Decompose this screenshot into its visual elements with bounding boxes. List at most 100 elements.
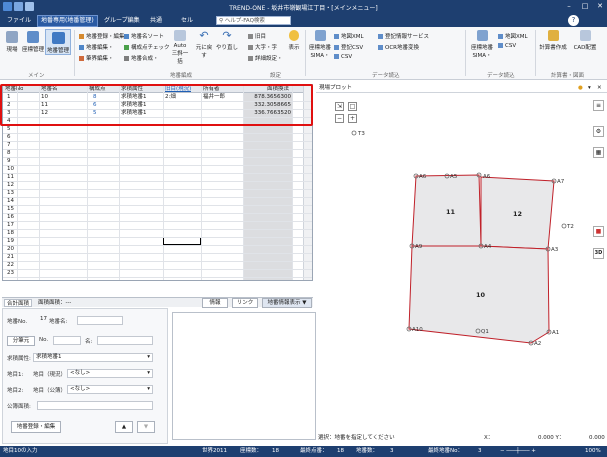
status-coord-label: 座標数：: [240, 448, 263, 454]
group-label-edit: 地番編成: [170, 73, 193, 79]
point-label: A3: [551, 247, 559, 253]
window-title: TREND-ONE - 坂井市嶺観場江丁目・[メインメニュー]: [229, 5, 378, 12]
parcel-label: 10: [476, 291, 486, 299]
lightbulb-icon[interactable]: ●: [578, 84, 583, 92]
chiban-merge-button[interactable]: 地番合成・: [124, 54, 159, 62]
move-down-button[interactable]: ▼: [137, 421, 155, 433]
row-number: 20: [7, 246, 14, 252]
menu-file[interactable]: ファイル: [4, 16, 34, 26]
zoom-slider[interactable]: − ───┼─── +: [500, 446, 536, 457]
move-up-button[interactable]: ▲: [115, 421, 133, 433]
status-last-point-label: 最終点番：: [300, 448, 328, 454]
help-search-input[interactable]: ⚲ ヘルプ-FAQ検索: [216, 16, 291, 25]
group-label-import2: データ読込: [487, 73, 515, 79]
cad-button[interactable]: CAD配置: [570, 30, 600, 51]
menu-common[interactable]: 共通: [147, 16, 165, 26]
zahyo-chiban-sima-button[interactable]: 座標地番SIMA・: [309, 30, 331, 59]
undo-button[interactable]: ↶ 元に戻す: [194, 30, 214, 59]
row-number: 21: [7, 254, 14, 260]
selected-cell[interactable]: [163, 237, 201, 245]
export-xml-button[interactable]: 地図XML: [498, 32, 528, 40]
chiban-register-edit-button[interactable]: 地番登録・編集: [11, 421, 61, 433]
x-label: X：: [484, 435, 494, 441]
sansha-button[interactable]: Auto 三斜一括: [170, 30, 190, 65]
point-label: T3: [357, 131, 365, 137]
close-button[interactable]: ✕: [593, 2, 607, 10]
status-datum: 世界2011: [202, 448, 227, 454]
drawing-status: 選択：地番を指定してください X： 0.000 Y： 0.000: [316, 433, 607, 443]
export-sima-button[interactable]: 座標地番SIMA・: [469, 30, 495, 59]
tab-total-area[interactable]: 合計面積: [4, 299, 33, 307]
help-icon[interactable]: ?: [568, 15, 579, 26]
chiban-sort-button[interactable]: 地番名ソート: [124, 32, 164, 40]
chiban-no-field[interactable]: 17: [33, 316, 47, 325]
pin-icon[interactable]: ▾: [588, 84, 591, 92]
gear-icon[interactable]: ⚙: [593, 126, 604, 137]
chiban-info-display-button[interactable]: 地番情報表示 ▼: [262, 298, 312, 308]
csv-button[interactable]: CSV: [334, 54, 352, 60]
info-area: [172, 312, 316, 440]
no-field[interactable]: [53, 336, 81, 345]
chiban-name-field[interactable]: [77, 316, 123, 325]
name-label: 名:: [85, 339, 93, 345]
parcel-label: 12: [513, 210, 522, 218]
point-label: A10: [412, 327, 423, 333]
row-number: 6: [7, 134, 11, 140]
touki-csv-button[interactable]: 登記CSV: [334, 43, 363, 51]
chiban-register-button[interactable]: 地番登録・編集: [79, 32, 125, 40]
map-icon[interactable]: ■: [593, 226, 604, 237]
menu-chiban[interactable]: 地番専用(地番管理): [37, 15, 98, 27]
row-number: 22: [7, 262, 14, 268]
maximize-button[interactable]: □: [578, 2, 592, 10]
redo-button[interactable]: ↷ やり直し: [216, 30, 238, 51]
status-message: 選択：地番を指定してください: [318, 435, 395, 441]
chimoku2-type: 地目（公簿）: [33, 388, 67, 394]
genba-button[interactable]: 現場: [4, 31, 20, 53]
status-left: 地目10の入力: [3, 448, 38, 454]
group-label-main: メイン: [28, 73, 45, 79]
coord-manage-button[interactable]: 座標管理: [22, 31, 44, 53]
chiban-edit-button[interactable]: 地番編集・: [79, 43, 114, 51]
row-number: 5: [7, 126, 11, 132]
display-button[interactable]: 表示: [287, 30, 301, 51]
bunpitsu-source-button[interactable]: 分筆元: [7, 336, 35, 346]
detail-settings-button[interactable]: 詳細設定・: [248, 54, 283, 62]
3d-button[interactable]: 3D: [593, 248, 604, 259]
export-csv-button[interactable]: CSV: [498, 43, 516, 49]
report-button[interactable]: 計算書作成: [539, 30, 567, 51]
area-label: 面積面積：---: [38, 300, 72, 306]
kyuseki-label: 求積属性:: [7, 356, 31, 362]
kyuseki-select[interactable]: 求積地番1 ▾: [33, 353, 153, 362]
kyumoku-button[interactable]: 旧目: [248, 32, 266, 40]
info-button[interactable]: 情報: [202, 298, 228, 308]
y-value: 0.000: [589, 435, 605, 441]
status-chiban-count: 3: [390, 448, 394, 454]
oaza-button[interactable]: 大字・字: [248, 43, 277, 51]
map-xml-button[interactable]: 地図XML: [334, 32, 364, 40]
hikkai-edit-button[interactable]: 筆界編集・: [79, 54, 114, 62]
status-coord-count: 18: [272, 448, 279, 454]
status-bar: 地目10の入力 世界2011 座標数： 18 最終点番： 18 地番数： 3 最…: [0, 446, 607, 457]
link-button[interactable]: リンク: [232, 298, 258, 308]
row-number: 15: [7, 206, 14, 212]
menu-cell[interactable]: セル: [178, 16, 196, 26]
drawing-canvas[interactable]: T3 A6 A5 A6 A7 A4 A3 A9 T2 A10 Q1 A1 A2 …: [316, 93, 607, 433]
chiban-manage-button[interactable]: 地番管理: [45, 29, 71, 55]
kobo-area-field[interactable]: [37, 401, 153, 410]
menu-icon[interactable]: ≡: [593, 100, 604, 111]
row-number: 13: [7, 190, 14, 196]
status-last-no: 3: [478, 448, 482, 454]
app-window: TREND-ONE - 坂井市嶺観場江丁目・[メインメニュー] – □ ✕ ファ…: [0, 0, 607, 457]
layer-icon[interactable]: ▦: [593, 147, 604, 158]
point-check-button[interactable]: 構成点チェック: [124, 43, 170, 51]
chimoku1-select[interactable]: <なし> ▾: [67, 369, 153, 378]
minimize-button[interactable]: –: [562, 2, 576, 10]
touki-service-button[interactable]: 登記情報サービス: [378, 32, 429, 40]
chimoku2-select[interactable]: <なし> ▾: [67, 385, 153, 394]
close-icon[interactable]: ✕: [597, 84, 602, 92]
row-number: 17: [7, 222, 14, 228]
name-field[interactable]: [97, 336, 153, 345]
menu-group[interactable]: グループ編集: [101, 16, 143, 26]
parcel-label: 11: [446, 208, 456, 216]
ocr-button[interactable]: OCR地番変換: [378, 43, 419, 51]
